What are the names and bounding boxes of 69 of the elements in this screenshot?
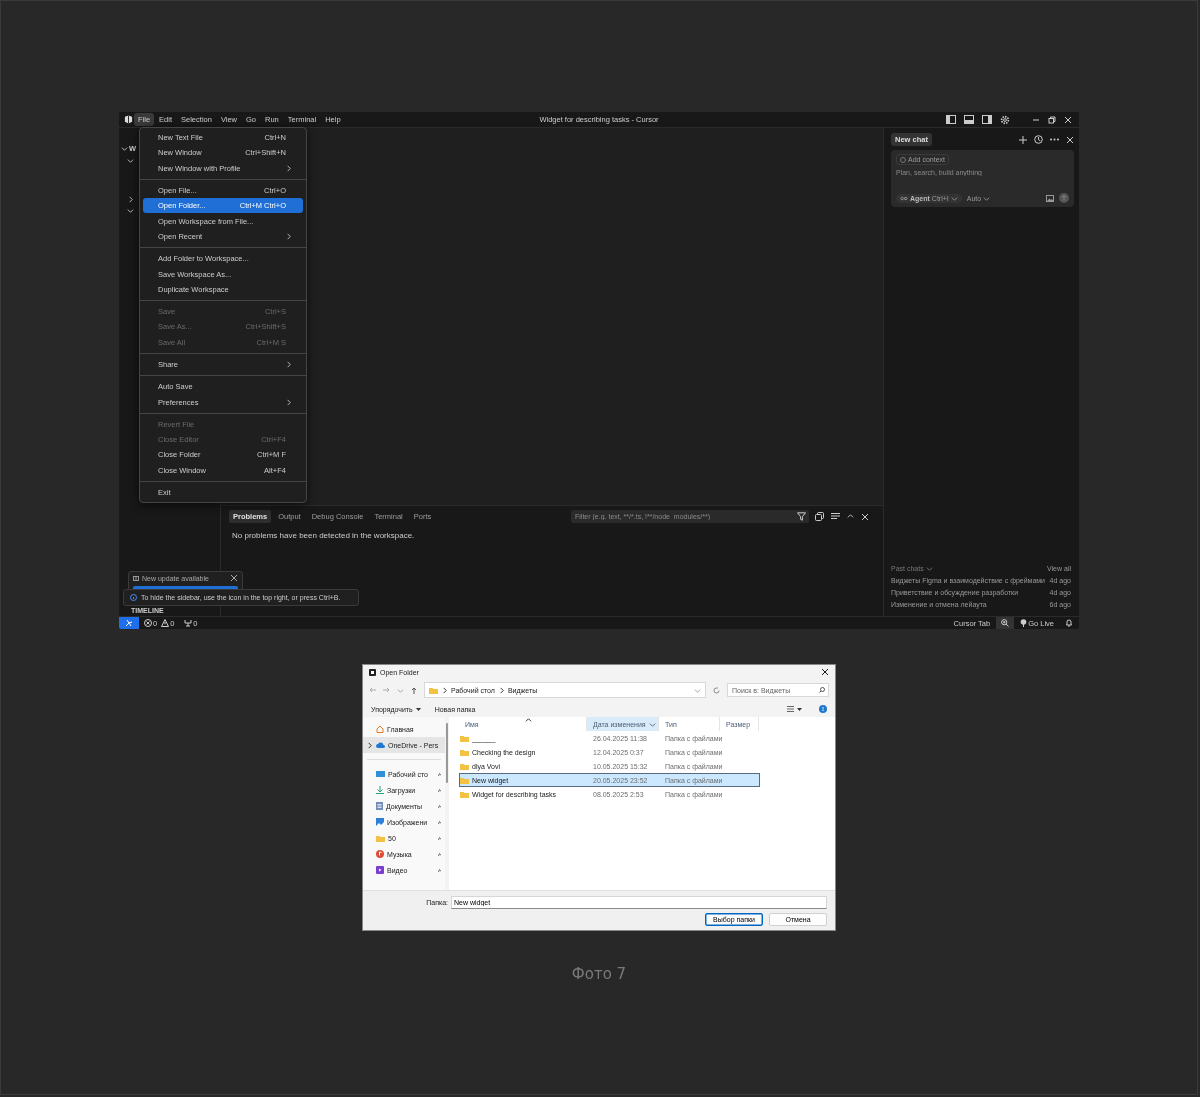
up-arrow-icon[interactable] [411, 686, 417, 694]
list-view-icon[interactable] [831, 512, 840, 521]
panel-message: No problems have been detected in the workspace. [232, 531, 416, 540]
pin-icon [437, 803, 442, 809]
video-icon [376, 866, 384, 874]
zoom-button[interactable] [996, 617, 1015, 629]
view-options-icon[interactable] [787, 706, 794, 712]
folder-icon [429, 686, 438, 694]
expand-chevron-icon [366, 741, 373, 749]
cloud-icon [376, 742, 385, 748]
notification-bell-icon[interactable] [1065, 619, 1073, 627]
app-logo-icon [369, 668, 376, 676]
caption: Фото 7 [571, 965, 627, 983]
copy-icon[interactable] [815, 512, 824, 521]
caret-icon [950, 194, 958, 202]
document-icon [376, 802, 383, 810]
send-button[interactable] [1059, 193, 1069, 203]
pin-icon [437, 771, 442, 777]
settings-icon[interactable] [1000, 114, 1010, 125]
pin-icon [437, 851, 442, 857]
sidebar-toggle-icon[interactable] [946, 115, 956, 124]
breadcrumb-separator-icon [497, 686, 505, 694]
close-panel-icon[interactable] [861, 512, 869, 521]
dropdown-caret-icon [649, 720, 656, 728]
recent-locations-caret-icon [397, 686, 404, 694]
caret-icon [415, 707, 421, 711]
submenu-chevron-icon [285, 361, 292, 368]
more-icon[interactable] [1050, 138, 1059, 141]
caret-icon[interactable] [797, 707, 802, 711]
desktop-icon [376, 770, 385, 778]
image-icon [376, 818, 384, 826]
maximize-panel-icon [847, 513, 854, 520]
breadcrumb-separator-icon [441, 686, 448, 694]
music-icon [376, 850, 384, 858]
dropdown-caret-icon [694, 686, 701, 694]
broadcast-icon [1020, 619, 1028, 627]
pin-icon [437, 787, 442, 793]
app-logo-icon [124, 115, 133, 124]
submenu-chevron-icon [285, 164, 292, 172]
download-icon [376, 786, 384, 794]
close-icon[interactable] [230, 574, 238, 582]
folder-icon [376, 834, 385, 842]
home-icon [376, 725, 384, 733]
help-icon[interactable] [819, 705, 827, 713]
infinity-icon [900, 195, 908, 201]
plus-icon[interactable] [1019, 135, 1027, 144]
collapse-chevron-icon [127, 196, 134, 203]
caret-icon [983, 194, 991, 202]
image-icon[interactable] [1046, 194, 1054, 202]
expand-chevron-icon [127, 207, 134, 214]
error-icon [144, 619, 152, 627]
restore-icon[interactable] [1048, 115, 1056, 124]
remote-button[interactable] [119, 617, 139, 629]
submenu-chevron-icon [285, 232, 292, 240]
pin-icon [437, 867, 442, 873]
pin-icon [437, 835, 442, 841]
submenu-chevron-icon [285, 398, 292, 406]
panel-toggle-icon[interactable] [964, 115, 974, 124]
info-icon [130, 594, 137, 601]
warning-icon [161, 619, 170, 627]
ports-icon [184, 619, 193, 627]
caret-icon [925, 565, 933, 572]
pin-icon [437, 819, 442, 825]
remote-icon [125, 619, 133, 627]
history-icon[interactable] [1034, 135, 1043, 144]
close-icon[interactable] [821, 668, 829, 676]
secondary-sidebar-toggle-icon[interactable] [982, 115, 992, 124]
refresh-icon[interactable] [713, 686, 720, 694]
zoom-icon [1001, 619, 1010, 627]
